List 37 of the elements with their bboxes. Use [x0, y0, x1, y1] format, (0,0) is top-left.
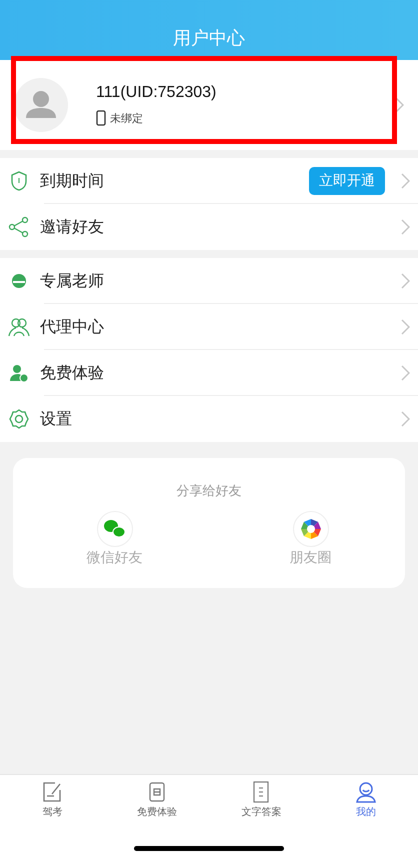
- menu-label: 到期时间: [40, 170, 105, 192]
- menu-label: 设置: [40, 408, 73, 430]
- menu-item[interactable]: 邀请好友: [0, 204, 418, 250]
- menu-label: 邀请好友: [40, 216, 105, 238]
- menu-item[interactable]: 到期时间 立即开通: [0, 158, 418, 204]
- user-name: 111(UID:752303): [96, 84, 218, 102]
- people-icon: [8, 316, 30, 338]
- tab[interactable]: 文字答案: [209, 775, 314, 833]
- settings-icon: [8, 408, 30, 430]
- phone-status: 未绑定: [110, 110, 143, 126]
- user-icon: [354, 781, 377, 803]
- user-add-icon: [8, 362, 30, 384]
- menu-label: 专属老师: [40, 270, 105, 292]
- tab[interactable]: 免费体验: [104, 775, 209, 833]
- edit-icon: [41, 781, 64, 803]
- menu-item[interactable]: 设置: [0, 396, 418, 442]
- menu-label: 免费体验: [40, 362, 105, 384]
- share-title: 分享给好友: [176, 483, 242, 500]
- tab[interactable]: 驾考: [0, 775, 104, 833]
- menu-label: 代理中心: [40, 316, 105, 338]
- chevron-icon: [401, 365, 410, 381]
- chevron-icon: [401, 273, 410, 289]
- tab[interactable]: 我的: [314, 775, 418, 833]
- menu-item[interactable]: 代理中心: [0, 304, 418, 350]
- menu-item[interactable]: 免费体验: [0, 350, 418, 396]
- chevron-icon: [401, 411, 410, 427]
- page-title: 用户中心: [173, 27, 245, 50]
- avatar-icon: [14, 78, 68, 132]
- chevron-icon: [395, 97, 404, 113]
- phone-icon: [96, 110, 106, 126]
- chevron-icon: [401, 319, 410, 335]
- chevron-icon: [401, 219, 410, 235]
- chat-bubbles-icon: [96, 511, 132, 547]
- aperture-icon: [292, 511, 328, 547]
- share-icon: [8, 216, 30, 238]
- menu-item[interactable]: 专属老师: [0, 258, 418, 304]
- chevron-icon: [401, 173, 410, 189]
